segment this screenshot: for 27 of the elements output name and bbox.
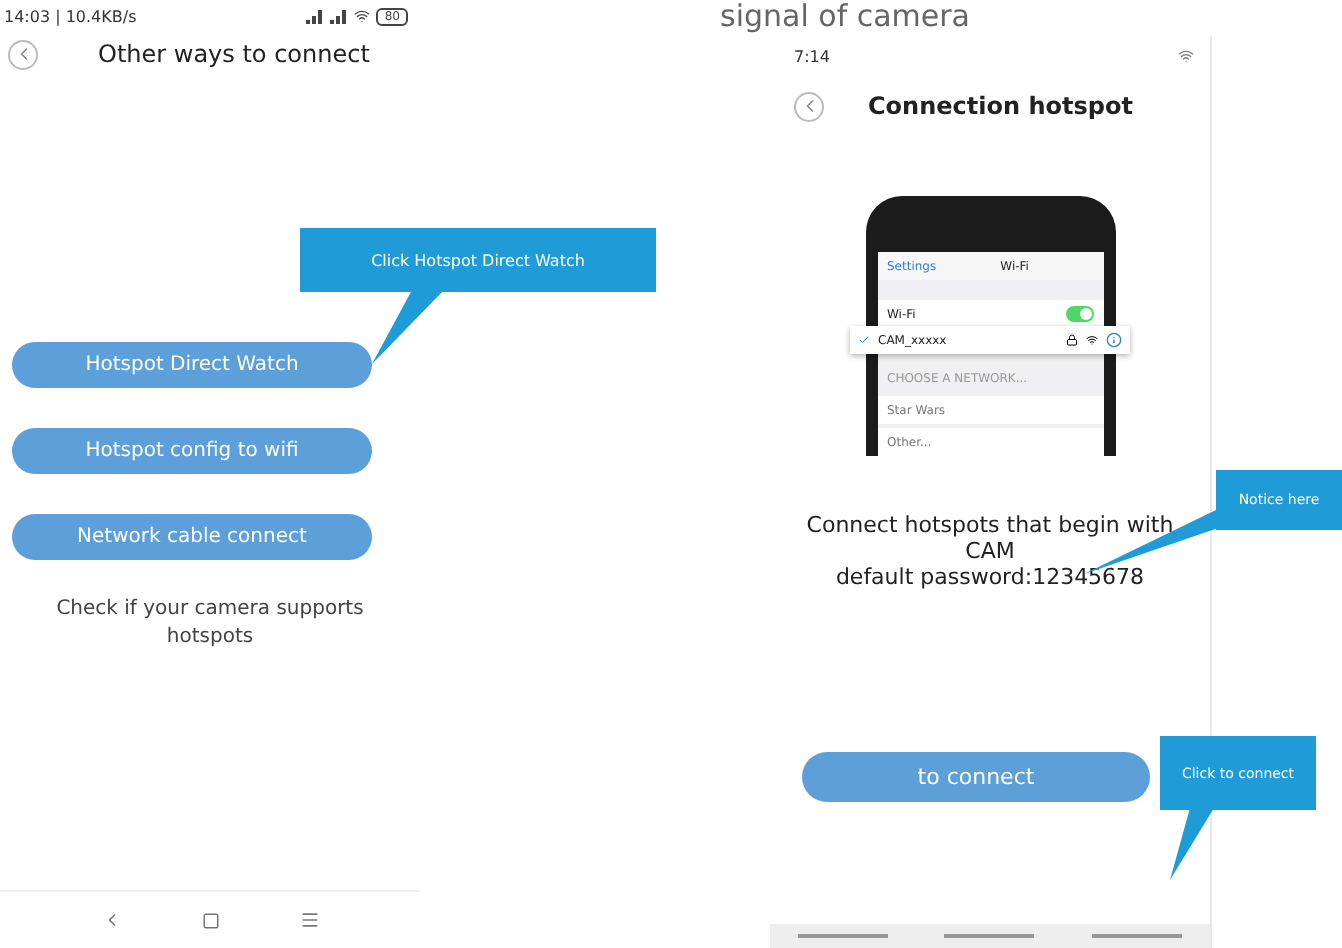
screen-title: Other ways to connect bbox=[98, 40, 370, 68]
callout-pointer bbox=[372, 290, 444, 364]
back-button[interactable] bbox=[8, 39, 38, 69]
wifi-icon bbox=[354, 8, 371, 24]
option-button[interactable]: Hotspot Direct Watch bbox=[12, 342, 372, 388]
status-bar-text: 7:14 bbox=[794, 48, 830, 70]
wifi-icon bbox=[1086, 334, 1098, 346]
instruction-text: default password:12345678 bbox=[835, 564, 1145, 590]
hint-text: Check if your camera supports hotspots bbox=[54, 596, 366, 652]
screen-title: Connection hotspot bbox=[868, 92, 1133, 120]
signal-icon bbox=[306, 9, 325, 23]
signal-icon bbox=[330, 9, 349, 23]
section-heading: signal of camera bbox=[720, 0, 973, 36]
check-icon bbox=[858, 334, 870, 346]
instruction-text: Connect hotspots that begin with bbox=[806, 512, 1174, 538]
back-button[interactable] bbox=[794, 91, 824, 121]
callout-pointer bbox=[1170, 808, 1214, 880]
connect-button[interactable]: to connect bbox=[802, 752, 1150, 802]
lock-icon bbox=[1066, 334, 1078, 346]
info-icon bbox=[1106, 332, 1122, 348]
menu-nav-icon[interactable] bbox=[299, 910, 319, 930]
home-nav-icon[interactable] bbox=[201, 911, 219, 929]
option-button[interactable]: Hotspot config to wifi bbox=[12, 428, 372, 474]
instruction-text: CAM bbox=[965, 538, 1015, 564]
option-button[interactable]: Network cable connect bbox=[12, 514, 372, 560]
status-bar-text: 14:03 | 10.4KB/s bbox=[4, 7, 137, 25]
wifi-icon bbox=[1178, 48, 1194, 64]
